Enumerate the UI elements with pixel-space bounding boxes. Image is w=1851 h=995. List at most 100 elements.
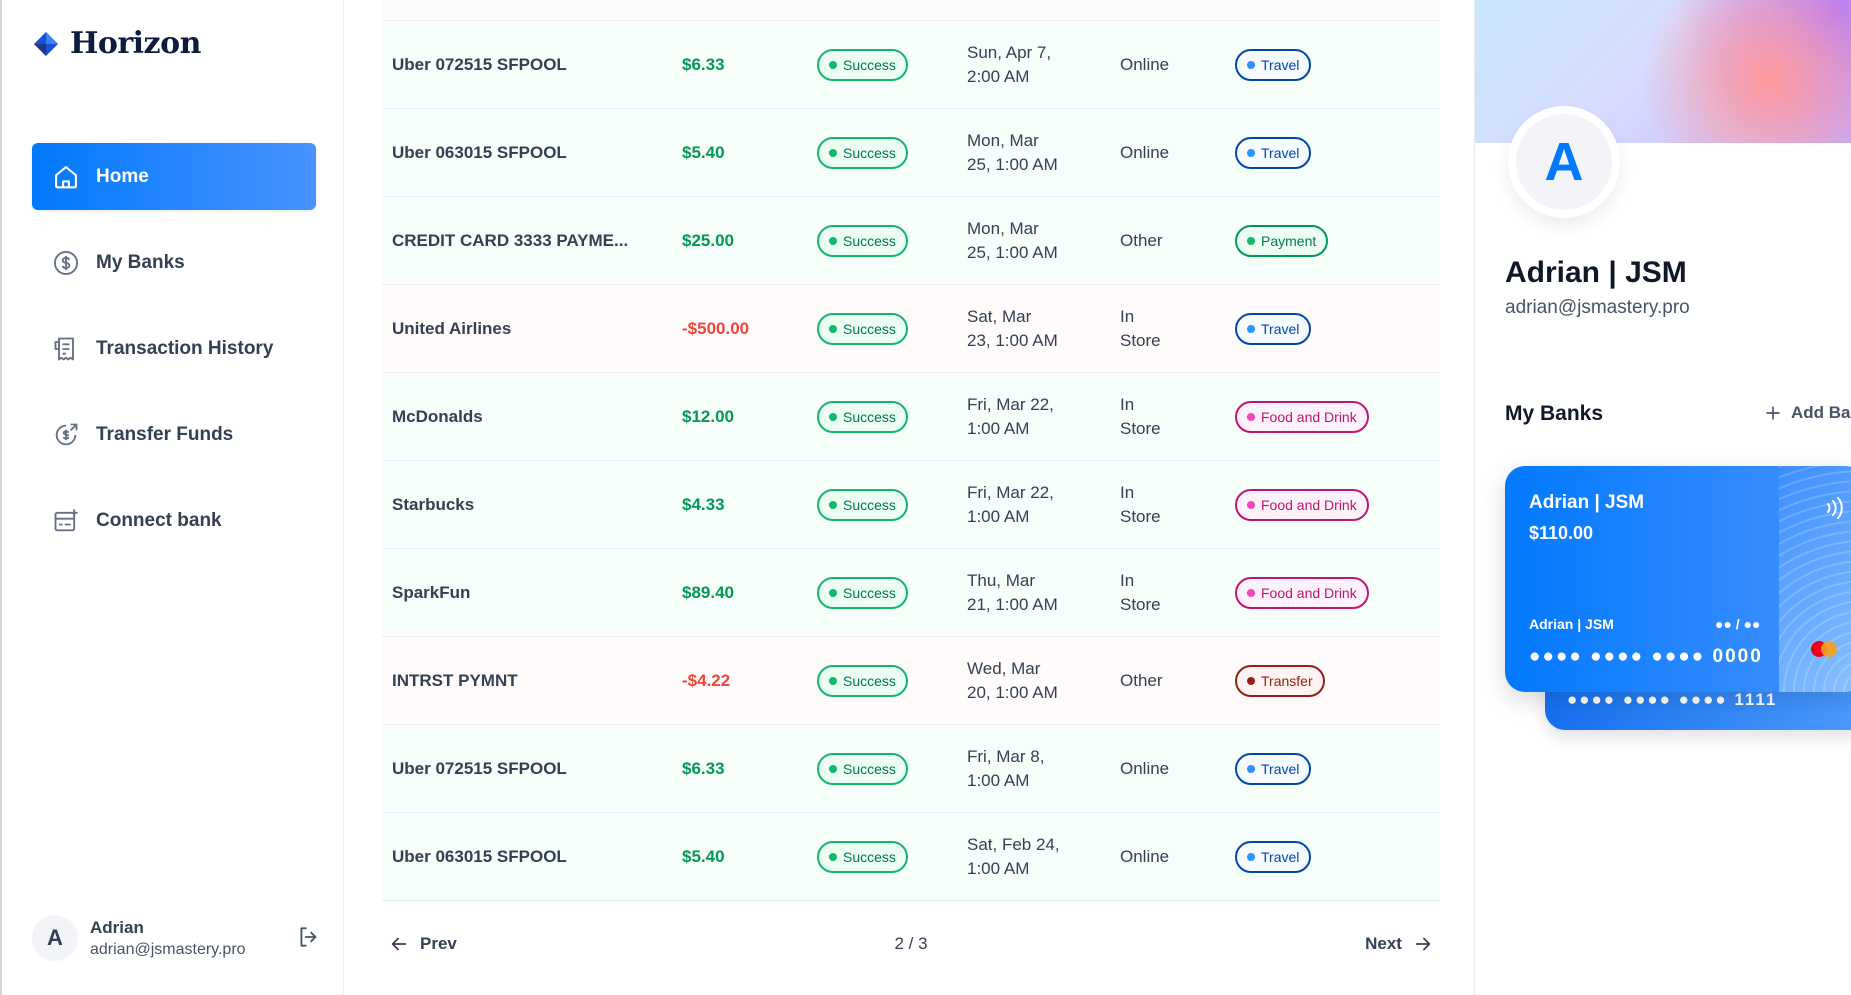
table-row[interactable]: Starbucks $4.33 Success Fri, Mar 22, 1:00… xyxy=(382,461,1440,549)
sidebar-item-transaction-history[interactable]: Transaction History xyxy=(32,315,316,382)
category-dot xyxy=(1247,676,1255,685)
status-cell: Success xyxy=(817,224,967,257)
pagination: Prev 2 / 3 Next xyxy=(382,926,1440,962)
contactless-icon xyxy=(1827,497,1843,519)
channel-line-2: Store xyxy=(1120,418,1161,438)
table-row[interactable]: McDonalds $12.00 Success Fri, Mar 22, 1:0… xyxy=(382,373,1440,461)
user-email: adrian@jsmastery.pro xyxy=(90,940,246,958)
prev-button[interactable]: Prev xyxy=(382,933,463,955)
logout-icon[interactable] xyxy=(296,924,322,950)
transaction-date: Thu, Mar 21, 1:00 AM xyxy=(967,569,1120,617)
status-cell: Success xyxy=(817,488,967,521)
logo[interactable]: Horizon xyxy=(32,26,201,61)
card-holder-name: Adrian | JSM xyxy=(1529,492,1645,513)
card-expiry: ●● / ●● xyxy=(1715,616,1761,632)
date-line-2: 25, 1:00 AM xyxy=(967,154,1058,174)
transaction-channel: Online xyxy=(1120,141,1235,165)
transaction-channel: In Store xyxy=(1120,393,1235,441)
table-header xyxy=(382,0,1440,21)
transaction-date: Fri, Mar 22, 1:00 AM xyxy=(967,393,1120,441)
sidebar-item-connect-bank[interactable]: Connect bank xyxy=(32,487,316,554)
page-indicator: 2 / 3 xyxy=(894,934,928,953)
status-badge: Success xyxy=(817,752,908,785)
sidebar-item-label: Transfer Funds xyxy=(96,423,234,445)
category-badge: Food and Drink xyxy=(1235,400,1369,433)
channel-line-1: Online xyxy=(1120,54,1170,74)
channel-line-2: Store xyxy=(1120,506,1161,526)
table-row[interactable]: Uber 063015 SFPOOL $5.40 Success Sat, Fe… xyxy=(382,813,1440,901)
profile-avatar: A xyxy=(1508,106,1620,218)
transaction-date: Mon, Mar 25, 1:00 AM xyxy=(967,217,1120,265)
category-dot xyxy=(1247,500,1255,509)
category-badge: Payment xyxy=(1235,224,1329,257)
category-cell: Travel xyxy=(1235,312,1440,345)
category-label: Travel xyxy=(1261,848,1300,865)
card-number: ●●●● ●●●● ●●●● 1111 xyxy=(1567,690,1778,709)
status-cell: Success xyxy=(817,312,967,345)
add-bank-button[interactable]: Add Bank xyxy=(1763,403,1851,423)
category-badge: Travel xyxy=(1235,48,1312,81)
table-row[interactable]: United Airlines -$500.00 Success Sat, Ma… xyxy=(382,285,1440,373)
bank-card[interactable]: Adrian | JSM $110.00 Adrian | JSM ●● / ●… xyxy=(1505,466,1851,692)
sidebar-item-label: Transaction History xyxy=(96,337,274,359)
status-dot xyxy=(829,60,837,69)
category-badge: Food and Drink xyxy=(1235,488,1369,521)
table-row[interactable]: Uber 072515 SFPOOL $6.33 Success Fri, Ma… xyxy=(382,725,1440,813)
category-dot xyxy=(1247,764,1255,773)
status-cell: Success xyxy=(817,136,967,169)
status-dot xyxy=(829,236,837,245)
transaction-amount: $25.00 xyxy=(682,230,734,250)
sidebar-item-my-banks[interactable]: My Banks xyxy=(32,229,316,296)
table-row[interactable]: INTRST PYMNT -$4.22 Success Wed, Mar 20, … xyxy=(382,637,1440,725)
status-label: Success xyxy=(843,584,896,601)
next-button[interactable]: Next xyxy=(1359,933,1440,955)
date-line-1: Wed, Mar xyxy=(967,658,1041,678)
category-badge: Travel xyxy=(1235,136,1312,169)
sidebar-user-profile: A Adrian adrian@jsmastery.pro xyxy=(32,910,322,966)
category-badge: Travel xyxy=(1235,752,1312,785)
plus-icon xyxy=(1766,406,1780,420)
status-label: Success xyxy=(843,408,896,425)
sidebar: Horizon Home My Banks Transaction Histor… xyxy=(0,0,344,995)
transaction-date: Fri, Mar 8, 1:00 AM xyxy=(967,745,1120,793)
user-info: Adrian adrian@jsmastery.pro xyxy=(90,918,246,959)
date-line-1: Thu, Mar xyxy=(967,570,1036,590)
sidebar-item-transfer-funds[interactable]: Transfer Funds xyxy=(32,401,316,468)
sidebar-item-label: My Banks xyxy=(96,251,185,273)
transaction-amount: $6.33 xyxy=(682,54,725,74)
transaction-channel: Online xyxy=(1120,757,1235,781)
card-number: ●●●● ●●●● ●●●● 0000 xyxy=(1529,646,1763,667)
transaction-amount: $5.40 xyxy=(682,846,725,866)
transaction-name: Uber 063015 SFPOOL xyxy=(392,142,567,162)
sidebar-item-home[interactable]: Home xyxy=(32,143,316,210)
category-label: Food and Drink xyxy=(1261,584,1357,601)
transaction-date: Wed, Mar 20, 1:00 AM xyxy=(967,657,1120,705)
date-line-2: 1:00 AM xyxy=(967,770,1030,790)
channel-line-1: In xyxy=(1120,570,1135,590)
category-label: Transfer xyxy=(1261,672,1313,689)
transactions-table: Uber 072515 SFPOOL $6.33 Success Sun, Ap… xyxy=(382,0,1440,901)
date-line-1: Mon, Mar xyxy=(967,130,1039,150)
transaction-amount: -$500.00 xyxy=(682,318,750,338)
my-banks-title: My Banks xyxy=(1505,402,1604,425)
channel-line-1: Online xyxy=(1120,846,1170,866)
table-row[interactable]: CREDIT CARD 3333 PAYME... $25.00 Success… xyxy=(382,197,1440,285)
date-line-2: 1:00 AM xyxy=(967,858,1030,878)
status-badge: Success xyxy=(817,136,908,169)
money-send-icon xyxy=(55,423,78,445)
prev-label: Prev xyxy=(420,934,457,953)
table-row[interactable]: Uber 072515 SFPOOL $6.33 Success Sun, Ap… xyxy=(382,21,1440,109)
table-row[interactable]: SparkFun $89.40 Success Thu, Mar 21, 1:00… xyxy=(382,549,1440,637)
category-label: Travel xyxy=(1261,144,1300,161)
table-row[interactable]: Uber 063015 SFPOOL $5.40 Success Mon, Ma… xyxy=(382,109,1440,197)
date-line-2: 1:00 AM xyxy=(967,506,1030,526)
home-icon xyxy=(55,165,77,188)
date-line-1: Fri, Mar 8, xyxy=(967,746,1045,766)
status-badge: Success xyxy=(817,488,908,521)
status-dot xyxy=(829,148,837,157)
category-cell: Travel xyxy=(1235,48,1440,81)
date-line-2: 20, 1:00 AM xyxy=(967,682,1058,702)
next-label: Next xyxy=(1365,934,1402,953)
status-cell: Success xyxy=(817,664,967,697)
card-balance: $110.00 xyxy=(1529,523,1594,543)
